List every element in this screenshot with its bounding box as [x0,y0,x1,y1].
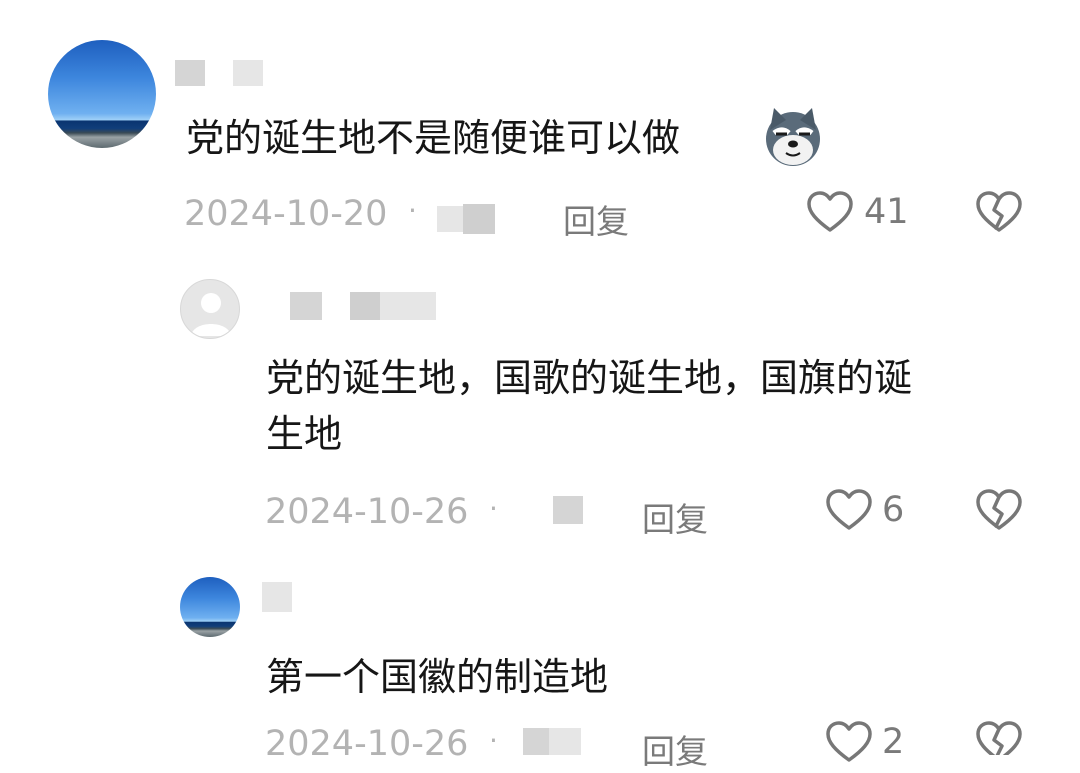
replier-name-redacted[interactable] [262,582,294,614]
reply-text: 党的诞生地，国歌的诞生地，国旗的诞 生地 [266,350,912,462]
meta-separator: · [408,194,417,227]
broken-heart-icon [975,488,1023,534]
like-count-text: 6 [882,490,905,530]
reply-text-line1: 党的诞生地，国歌的诞生地，国旗的诞 [266,356,913,400]
location-redacted [437,202,497,234]
like-button[interactable]: 6 [825,488,915,536]
heart-icon [825,488,873,534]
commenter-avatar[interactable] [48,40,156,148]
reply-text-body: 第一个国徽的制造地 [266,655,609,699]
comment-text: 党的诞生地不是随便谁可以做 [186,110,680,166]
reply-button[interactable]: 回复 [642,493,708,541]
comment-date: 2024-10-20 [184,194,387,234]
reply-avatar-default[interactable] [180,279,240,339]
like-button[interactable]: 41 [806,190,916,238]
dislike-button[interactable] [975,488,1023,534]
commenter-name-redacted[interactable] [175,58,275,88]
comment-text-body: 党的诞生地不是随便谁可以做 [186,116,681,160]
location-redacted [553,496,585,528]
reply-date: 2024-10-26 [265,724,468,764]
separator-dot: · [489,492,498,525]
like-count: 6 [882,490,904,530]
heart-icon [825,720,873,766]
location-redacted [523,728,583,755]
husky-emoji-icon [762,106,824,168]
reply-text-line2: 生地 [266,412,343,456]
reply-date: 2024-10-26 [265,492,468,532]
comment-date-text: 2024-10-20 [184,194,388,234]
broken-heart-icon [975,720,1023,755]
like-count: 2 [882,722,904,762]
broken-heart-icon [975,190,1023,236]
reply-label: 回复 [642,500,708,539]
reply-date-text: 2024-10-26 [265,492,469,532]
default-user-icon [191,293,231,336]
like-count-text: 2 [882,722,905,762]
like-button[interactable]: 2 [825,720,915,762]
reply-text: 第一个国徽的制造地 [266,649,608,705]
separator-dot: · [408,194,417,227]
reply-date-text: 2024-10-26 [265,724,469,764]
reply-button[interactable]: 回复 [563,195,629,243]
meta-separator: · [489,492,498,525]
meta-separator: · [489,724,498,757]
dislike-button[interactable] [975,720,1023,755]
like-count: 41 [864,192,909,232]
dislike-button[interactable] [975,190,1023,236]
reply-avatar[interactable] [180,577,240,637]
reply-label: 回复 [642,732,708,771]
separator-dot: · [489,724,498,757]
like-count-text: 41 [864,192,909,232]
reply-label: 回复 [563,202,629,241]
replier-name-redacted[interactable] [290,288,440,322]
reply-button[interactable]: 回复 [642,725,708,773]
heart-icon [806,190,854,236]
